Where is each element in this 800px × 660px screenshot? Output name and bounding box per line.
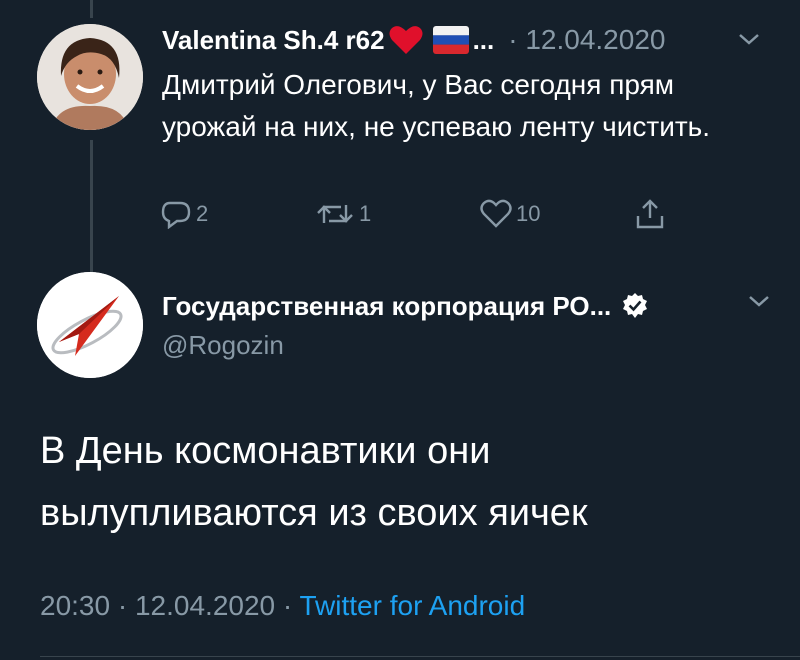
thread-line-top (90, 0, 93, 18)
share-button[interactable] (634, 196, 666, 232)
tweet-display-name[interactable]: Государственная корпорация РО... (162, 291, 611, 322)
tweet-date[interactable]: 12.04.2020 (135, 590, 275, 621)
reply-action-bar: 2 1 10 (0, 196, 800, 232)
tweet-source-link[interactable]: Twitter for Android (300, 590, 526, 621)
chevron-down-icon[interactable] (736, 30, 762, 48)
retweet-count: 1 (359, 201, 372, 226)
reply-text: Дмитрий Олегович, у Вас сегодня прям уро… (162, 69, 711, 142)
meta-separator: · (282, 590, 300, 621)
chevron-down-icon[interactable] (746, 292, 772, 310)
reply-button[interactable]: 2 (160, 196, 208, 232)
name-ellipsis: ... (472, 24, 495, 55)
like-button[interactable]: 10 (480, 196, 540, 232)
reply-count: 2 (196, 201, 209, 226)
reply-display-name[interactable]: Valentina Sh.4 r62 (162, 25, 385, 56)
retweet-icon (317, 205, 353, 223)
user-avatar[interactable] (37, 24, 143, 130)
russian-flag-icon (432, 26, 469, 54)
reply-header: Valentina Sh.4 r62 ... · 12.04.2020 (162, 20, 665, 60)
verified-badge-icon (623, 293, 648, 318)
like-count: 10 (516, 201, 541, 226)
reply-date[interactable]: · 12.04.2020 (508, 24, 665, 56)
meta-separator: · (117, 590, 135, 621)
heart-emoji-icon (389, 26, 423, 54)
tweet-metadata: 20:30 · 12.04.2020 · Twitter for Android (40, 590, 525, 622)
corp-avatar[interactable] (37, 272, 143, 378)
roscosmos-logo (37, 272, 143, 378)
tweet-text: В День космонавтики они вылупливаются из… (40, 430, 588, 534)
retweet-button[interactable]: 1 (315, 196, 371, 232)
tweet-handle[interactable]: @Rogozin (162, 330, 284, 361)
reply-icon (161, 201, 191, 229)
like-icon (480, 199, 512, 228)
divider (40, 656, 800, 657)
tweet-header: Государственная корпорация РО... (162, 286, 649, 326)
tweet-time[interactable]: 20:30 (40, 590, 110, 621)
share-icon (636, 199, 664, 229)
